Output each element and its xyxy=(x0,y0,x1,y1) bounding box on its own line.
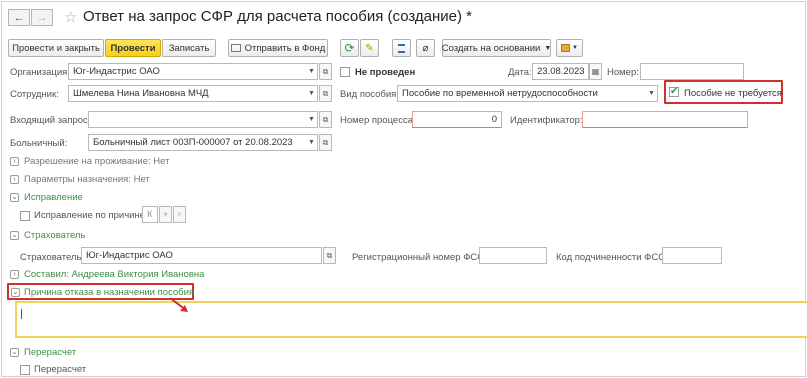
recalculation-group[interactable]: Перерасчет xyxy=(24,347,76,358)
number-label: Номер: xyxy=(607,67,639,78)
benefit-type-label: Вид пособия: xyxy=(340,89,399,100)
print-menu-button[interactable]: ▼ xyxy=(556,39,583,57)
process-number-field[interactable]: 0 xyxy=(412,111,502,128)
clear-icon: × xyxy=(173,206,186,223)
residence-permit-group[interactable]: Разрешение на проживание: Нет xyxy=(24,156,169,167)
reg-fss-label: Регистрационный номер ФСС: xyxy=(352,252,487,263)
employee-label: Сотрудник: xyxy=(10,89,59,100)
print-icon xyxy=(561,44,571,52)
insurer-group[interactable]: Страхователь xyxy=(24,230,85,241)
edit-icon[interactable]: ✎ xyxy=(360,39,379,57)
correction-by-reason-checkbox[interactable] xyxy=(20,211,30,221)
no-benefit-checkbox[interactable]: ✔ xyxy=(669,87,679,97)
recalculation-checkbox[interactable] xyxy=(20,365,30,375)
sick-leave-field[interactable]: Больничный лист 003П-000007 от 20.08.202… xyxy=(88,134,308,151)
chevron-down-icon[interactable]: ▼ xyxy=(306,134,318,151)
expand-icon[interactable]: › xyxy=(10,270,19,279)
collapse-icon[interactable]: ⌄ xyxy=(10,193,19,202)
identifier-field[interactable] xyxy=(582,111,748,128)
incoming-request-label: Входящий запрос: xyxy=(10,115,91,126)
chevron-down-icon: ▼ xyxy=(572,45,578,51)
process-number-label: Номер процесса: xyxy=(340,115,416,126)
open-icon[interactable]: ⧉ xyxy=(319,111,332,128)
arrow-right-icon: → xyxy=(36,11,48,24)
reg-fss-field[interactable] xyxy=(479,247,547,264)
assignment-params-group[interactable]: Параметры назначения: Нет xyxy=(24,174,150,185)
open-icon[interactable]: ⧉ xyxy=(323,247,336,264)
posted-checkbox xyxy=(340,67,350,77)
expand-icon[interactable]: › xyxy=(10,175,19,184)
attachment-icon[interactable]: ⌀ xyxy=(416,39,435,57)
refresh-icon[interactable]: ⟳ xyxy=(340,39,359,57)
send-to-fund-button[interactable]: Отправить в Фонд xyxy=(228,39,328,57)
employee-field[interactable]: Шмелева Нина Ивановна МЧД xyxy=(68,85,308,102)
calendar-icon[interactable]: ▦ xyxy=(589,63,602,80)
benefit-type-field[interactable]: Пособие по временной нетрудоспособности xyxy=(397,85,647,102)
open-icon[interactable]: ⧉ xyxy=(319,63,332,80)
collapse-icon[interactable]: ⌄ xyxy=(11,288,20,297)
forward-button[interactable]: → xyxy=(31,9,53,26)
post-button[interactable]: Провести xyxy=(105,39,161,57)
correction-by-reason-label: Исправление по причине: xyxy=(34,210,148,221)
chevron-down-icon[interactable]: ▼ xyxy=(306,63,318,80)
insurer-label: Страхователь: xyxy=(20,252,85,263)
date-label: Дата: xyxy=(508,67,532,78)
open-icon[interactable]: ⧉ xyxy=(319,85,332,102)
compiled-by-group[interactable]: Составил: Андреева Виктория Ивановна xyxy=(24,269,204,280)
arrow-left-icon: ← xyxy=(13,11,25,24)
collapse-icon[interactable]: ⌄ xyxy=(10,231,19,240)
date-field[interactable]: 23.08.2023 xyxy=(532,63,589,80)
sick-leave-label: Больничный: xyxy=(10,138,68,149)
correction-group[interactable]: Исправление xyxy=(24,192,83,203)
sub-fss-label: Код подчиненности ФСС: xyxy=(556,252,668,263)
create-based-on-button[interactable]: Создать на основании ▼ xyxy=(442,39,551,57)
create-based-on-label: Создать на основании xyxy=(441,42,541,54)
expand-icon[interactable]: › xyxy=(10,157,19,166)
chevron-down-icon[interactable]: ▼ xyxy=(306,111,318,128)
insurer-field[interactable]: Юг-Индастрис ОАО xyxy=(81,247,322,264)
send-to-fund-label: Отправить в Фонд xyxy=(244,42,326,54)
chevron-down-icon: ▾ xyxy=(159,206,172,223)
text-cursor xyxy=(21,309,22,319)
post-and-close-button[interactable]: Провести и закрыть xyxy=(8,39,104,57)
annotation-arrow-icon xyxy=(169,297,188,312)
favorite-star-icon[interactable]: ☆ xyxy=(64,8,77,26)
number-field[interactable] xyxy=(640,63,744,80)
chevron-down-icon: ▼ xyxy=(544,44,552,52)
page-title: Ответ на запрос СФР для расчета пособия … xyxy=(83,8,473,25)
back-button[interactable]: ← xyxy=(8,9,30,26)
save-button[interactable]: Записать xyxy=(162,39,216,57)
send-icon xyxy=(230,44,241,52)
no-benefit-label: Пособие не требуется xyxy=(684,88,782,99)
refusal-reason-textarea[interactable] xyxy=(15,301,807,338)
identifier-label: Идентификатор: xyxy=(510,115,583,126)
recalculation-label: Перерасчет xyxy=(34,364,87,375)
sub-fss-field[interactable] xyxy=(662,247,722,264)
chevron-down-icon[interactable]: ▼ xyxy=(646,85,658,102)
incoming-request-field[interactable] xyxy=(88,111,308,128)
organization-field[interactable]: Юг-Индастрис ОАО xyxy=(68,63,308,80)
status-text: Не проведен xyxy=(355,67,416,78)
correction-reason-field: К xyxy=(142,206,158,223)
open-icon[interactable]: ⧉ xyxy=(319,134,332,151)
collapse-icon[interactable]: ⌄ xyxy=(10,348,19,357)
list-icon[interactable] xyxy=(392,39,411,57)
chevron-down-icon[interactable]: ▼ xyxy=(306,85,318,102)
organization-label: Организация: xyxy=(10,67,70,78)
